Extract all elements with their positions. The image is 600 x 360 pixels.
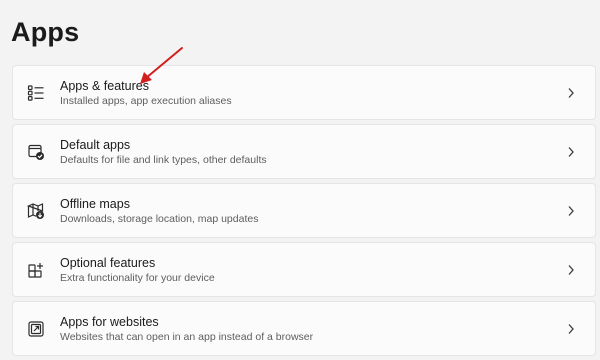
row-text: Apps & features Installed apps, app exec… (60, 78, 232, 108)
item-subtitle: Installed apps, app execution aliases (60, 94, 232, 107)
offline-maps-icon (27, 202, 45, 220)
settings-list: Apps & features Installed apps, app exec… (12, 65, 596, 360)
optional-features-icon (27, 261, 45, 279)
row-text: Offline maps Downloads, storage location… (60, 196, 258, 226)
chevron-right-icon (567, 205, 575, 217)
row-text: Default apps Defaults for file and link … (60, 137, 267, 167)
apps-for-websites-icon (27, 320, 45, 338)
chevron-right-icon (567, 146, 575, 158)
item-subtitle: Websites that can open in an app instead… (60, 330, 314, 343)
item-title: Apps & features (60, 78, 149, 93)
item-subtitle: Downloads, storage location, map updates (60, 212, 259, 225)
chevron-right-icon (567, 87, 575, 99)
apps-list-icon (27, 84, 45, 102)
page-title: Apps (11, 17, 80, 47)
chevron-right-icon (567, 264, 575, 276)
item-title: Default apps (60, 137, 131, 152)
item-title: Offline maps (60, 196, 130, 211)
row-text: Optional features Extra functionality fo… (60, 255, 215, 285)
row-text: Apps for websites Websites that can open… (60, 314, 313, 344)
settings-item-offline-maps[interactable]: Offline maps Downloads, storage location… (12, 183, 596, 238)
item-subtitle: Defaults for file and link types, other … (60, 153, 267, 166)
settings-item-default-apps[interactable]: Default apps Defaults for file and link … (12, 124, 596, 179)
settings-item-apps-features[interactable]: Apps & features Installed apps, app exec… (12, 65, 596, 120)
item-title: Apps for websites (60, 314, 159, 329)
settings-item-optional-features[interactable]: Optional features Extra functionality fo… (12, 242, 596, 297)
item-subtitle: Extra functionality for your device (60, 271, 215, 284)
default-apps-icon (27, 143, 45, 161)
settings-page: Apps Apps & features Installed apps, app… (0, 0, 600, 360)
item-title: Optional features (60, 255, 156, 270)
chevron-right-icon (567, 323, 575, 335)
settings-item-apps-for-websites[interactable]: Apps for websites Websites that can open… (12, 301, 596, 356)
